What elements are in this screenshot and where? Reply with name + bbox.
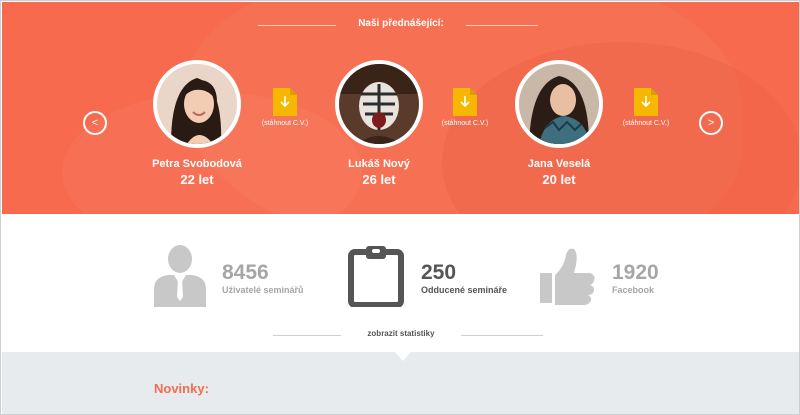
file-download-icon: [634, 88, 658, 116]
speaker-name: Petra Svobodová: [152, 158, 242, 170]
speaker-card: Lukáš Nový 26 let: [304, 60, 454, 187]
thumbs-up-icon: [540, 245, 596, 312]
heading-divider-left: [258, 25, 336, 26]
page-frame: Naši přednášející: < > Petra Svobodová 2…: [0, 0, 800, 415]
news-section: Novinky:: [2, 352, 799, 414]
heading-divider-right: [466, 25, 538, 26]
stat-label: Odducené semináře: [421, 285, 508, 295]
speaker-card: Jana Veselá 20 let: [484, 60, 634, 187]
stat-label: Uživatelé seminářů: [222, 285, 304, 295]
news-title: Novinky:: [154, 381, 209, 396]
show-statistics-link[interactable]: zobrazit statistiky: [341, 329, 461, 338]
file-download-icon: [453, 88, 477, 116]
speaker-card: Petra Svobodová 22 let: [122, 60, 272, 187]
carousel-prev-button[interactable]: <: [83, 111, 107, 135]
carousel-next-button[interactable]: >: [699, 111, 723, 135]
user-icon: [154, 245, 206, 312]
speaker-avatar[interactable]: [153, 60, 241, 148]
speakers-heading: Naši přednášející:: [2, 14, 799, 36]
download-cv-label: (stáhnout C.V.): [622, 120, 670, 127]
speaker-age: 26 let: [362, 172, 396, 187]
stats-divider-right: [461, 335, 543, 336]
stat-number: 8456: [222, 261, 269, 284]
speaker-name: Lukáš Nový: [348, 158, 410, 170]
download-cv-link[interactable]: (stáhnout C.V.): [616, 88, 676, 127]
file-download-icon: [273, 88, 297, 116]
clipboard-icon: [348, 245, 404, 312]
speaker-name: Jana Veselá: [527, 158, 591, 170]
stat-number: 250: [421, 261, 457, 284]
speaker-avatar[interactable]: [515, 60, 603, 148]
speaker-age: 22 let: [180, 172, 214, 187]
stat-label: Facebook: [612, 285, 655, 295]
news-notch: [395, 352, 411, 361]
stats-divider-left: [273, 335, 341, 336]
stat-number: 1920: [612, 261, 659, 284]
speakers-section: Naši přednášející: < > Petra Svobodová 2…: [2, 2, 799, 214]
speakers-title: Naši přednášející:: [358, 18, 444, 29]
speaker-age: 20 let: [542, 172, 576, 187]
speaker-avatar[interactable]: [335, 60, 423, 148]
